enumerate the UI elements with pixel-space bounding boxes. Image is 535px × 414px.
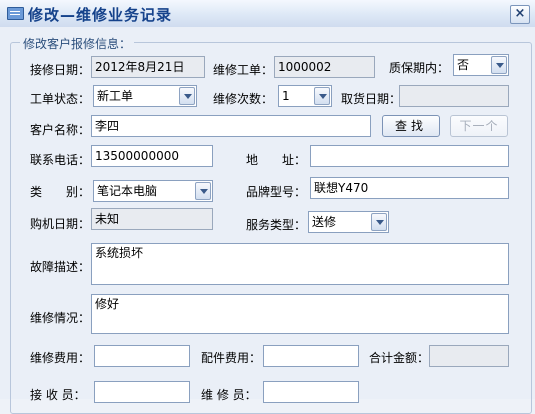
title-bar: 修改—维修业务记录 × bbox=[0, 0, 535, 28]
pickup-date-field[interactable] bbox=[399, 85, 509, 107]
model-label: 品牌型号： bbox=[246, 185, 307, 199]
warranty-select[interactable]: 否 bbox=[453, 54, 509, 76]
category-label: 类 别： bbox=[30, 185, 91, 199]
receiver-field[interactable] bbox=[94, 381, 190, 403]
repair-count-select[interactable]: 1 bbox=[278, 85, 332, 107]
chevron-down-icon[interactable] bbox=[179, 87, 195, 105]
parts-fee-field[interactable] bbox=[263, 345, 359, 367]
repair-fee-label: 维修费用： bbox=[30, 351, 91, 365]
chevron-down-icon[interactable] bbox=[371, 213, 387, 231]
window-icon bbox=[7, 7, 24, 20]
chevron-down-icon[interactable] bbox=[314, 87, 330, 105]
repair-status-textarea[interactable]: 修好 bbox=[91, 294, 509, 334]
category-value: 笔记本电脑 bbox=[97, 184, 158, 198]
parts-fee-label: 配件费用： bbox=[201, 351, 262, 365]
technician-field[interactable] bbox=[263, 381, 359, 403]
repair-status-label: 维修情况： bbox=[30, 311, 91, 325]
pickup-date-label: 取货日期： bbox=[341, 92, 402, 106]
warranty-value: 否 bbox=[457, 58, 470, 72]
status-select[interactable]: 新工单 bbox=[93, 85, 197, 107]
service-type-value: 送修 bbox=[312, 215, 337, 229]
fault-label: 故障描述： bbox=[30, 260, 91, 274]
purchase-date-label: 购机日期： bbox=[30, 217, 91, 231]
repair-date-label: 接修日期： bbox=[30, 63, 91, 77]
status-label: 工单状态： bbox=[30, 92, 91, 106]
receiver-label: 接 收 员： bbox=[30, 388, 86, 402]
phone-field[interactable]: 13500000000 bbox=[91, 145, 213, 167]
technician-label: 维 修 员： bbox=[201, 388, 257, 402]
phone-label: 联系电话： bbox=[30, 153, 91, 167]
customer-field[interactable]: 李四 bbox=[91, 115, 371, 137]
category-select[interactable]: 笔记本电脑 bbox=[93, 180, 213, 202]
address-field[interactable] bbox=[310, 145, 509, 167]
window-title: 修改—维修业务记录 bbox=[28, 6, 173, 24]
search-button[interactable]: 查找 bbox=[382, 115, 440, 137]
warranty-label: 质保期内： bbox=[389, 61, 450, 75]
order-no-label: 维修工单： bbox=[213, 63, 274, 77]
total-field[interactable] bbox=[429, 345, 509, 367]
next-button[interactable]: 下一个 bbox=[450, 115, 508, 137]
purchase-date-field[interactable]: 未知 bbox=[91, 208, 213, 230]
repair-date-field[interactable]: 2012年8月21日 bbox=[91, 56, 205, 78]
close-button[interactable]: × bbox=[510, 5, 530, 24]
repair-count-value: 1 bbox=[282, 89, 290, 103]
chevron-down-icon[interactable] bbox=[195, 182, 211, 200]
total-label: 合计金额： bbox=[369, 351, 430, 365]
status-value: 新工单 bbox=[97, 89, 134, 103]
order-no-field[interactable]: 1000002 bbox=[274, 56, 375, 78]
model-field[interactable]: 联想Y470 bbox=[310, 177, 509, 199]
fault-textarea[interactable]: 系统损坏 bbox=[91, 243, 509, 285]
service-type-label: 服务类型： bbox=[246, 218, 307, 232]
repair-count-label: 维修次数： bbox=[213, 92, 274, 106]
chevron-down-icon[interactable] bbox=[491, 56, 507, 74]
service-type-select[interactable]: 送修 bbox=[308, 211, 389, 233]
address-label: 地 址： bbox=[246, 153, 307, 167]
customer-label: 客户名称： bbox=[30, 123, 91, 137]
repair-fee-field[interactable] bbox=[94, 345, 190, 367]
group-legend: 修改客户报修信息： bbox=[20, 35, 135, 52]
